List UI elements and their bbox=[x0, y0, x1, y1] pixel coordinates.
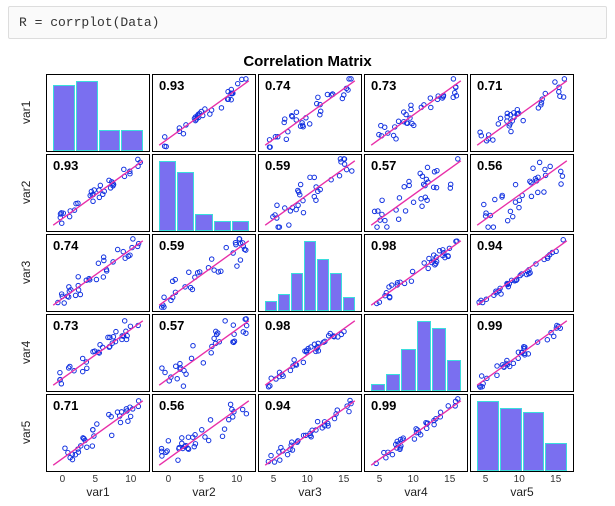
scatter-cell: 0.59 bbox=[152, 234, 256, 312]
y-label: var2 bbox=[19, 184, 33, 204]
corr-value: 0.59 bbox=[265, 158, 290, 173]
scatter-cell: 0.71 bbox=[46, 394, 150, 472]
y-label: var1 bbox=[19, 104, 33, 124]
scatter-cell: 0.99 bbox=[364, 394, 468, 472]
x-label: var3 bbox=[258, 485, 362, 499]
corr-value: 0.94 bbox=[265, 398, 290, 413]
corr-value: 0.56 bbox=[477, 158, 502, 173]
corr-value: 0.57 bbox=[371, 158, 396, 173]
scatter-cell: 0.56 bbox=[152, 394, 256, 472]
x-labels: var1var2var3var4var5 bbox=[46, 485, 615, 499]
corr-value: 0.93 bbox=[159, 78, 184, 93]
x-ticks: 05100510510155101551015 bbox=[46, 474, 615, 485]
scatter-cell: 0.93 bbox=[46, 154, 150, 232]
scatter-cell: 0.74 bbox=[258, 74, 362, 152]
corr-matrix: 1050var10.930.740.730.711050var20.930.59… bbox=[46, 74, 576, 474]
code-snippet: R = corrplot(Data) bbox=[8, 6, 607, 39]
y-label: var3 bbox=[19, 264, 33, 284]
scatter-cell: 0.73 bbox=[46, 314, 150, 392]
corr-value: 0.98 bbox=[265, 318, 290, 333]
x-label: var5 bbox=[470, 485, 574, 499]
scatter-cell: 0.71 bbox=[470, 74, 574, 152]
histogram bbox=[471, 395, 573, 471]
x-label: var1 bbox=[46, 485, 150, 499]
corr-value: 0.57 bbox=[159, 318, 184, 333]
y-label: var4 bbox=[19, 344, 33, 364]
hist-cell bbox=[470, 394, 574, 472]
scatter-cell: 0.94 bbox=[258, 394, 362, 472]
x-label: var2 bbox=[152, 485, 256, 499]
corr-value: 0.56 bbox=[159, 398, 184, 413]
scatter-cell: 0.98 bbox=[364, 234, 468, 312]
corr-value: 0.73 bbox=[371, 78, 396, 93]
corr-value: 0.98 bbox=[371, 238, 396, 253]
histogram bbox=[259, 235, 361, 311]
corr-value: 0.71 bbox=[477, 78, 502, 93]
scatter-cell: 0.99 bbox=[470, 314, 574, 392]
corr-value: 0.74 bbox=[265, 78, 290, 93]
corr-value: 0.73 bbox=[53, 318, 78, 333]
scatter-cell: 0.57 bbox=[364, 154, 468, 232]
corr-value: 0.99 bbox=[477, 318, 502, 333]
corr-value: 0.99 bbox=[371, 398, 396, 413]
corr-value: 0.94 bbox=[477, 238, 502, 253]
y-label: var5 bbox=[19, 424, 33, 444]
scatter-cell: 0.57 bbox=[152, 314, 256, 392]
corr-value: 0.93 bbox=[53, 158, 78, 173]
hist-cell bbox=[46, 74, 150, 152]
scatter-cell: 0.74 bbox=[46, 234, 150, 312]
histogram bbox=[365, 315, 467, 391]
hist-cell bbox=[258, 234, 362, 312]
corr-value: 0.71 bbox=[53, 398, 78, 413]
scatter-cell: 0.93 bbox=[152, 74, 256, 152]
corr-value: 0.59 bbox=[159, 238, 184, 253]
x-label: var4 bbox=[364, 485, 468, 499]
hist-cell bbox=[152, 154, 256, 232]
scatter-cell: 0.94 bbox=[470, 234, 574, 312]
histogram bbox=[47, 75, 149, 151]
scatter-cell: 0.59 bbox=[258, 154, 362, 232]
scatter-cell: 0.56 bbox=[470, 154, 574, 232]
corr-value: 0.74 bbox=[53, 238, 78, 253]
scatter-cell: 0.73 bbox=[364, 74, 468, 152]
chart-title: Correlation Matrix bbox=[0, 53, 615, 70]
histogram bbox=[153, 155, 255, 231]
scatter-cell: 0.98 bbox=[258, 314, 362, 392]
hist-cell bbox=[364, 314, 468, 392]
